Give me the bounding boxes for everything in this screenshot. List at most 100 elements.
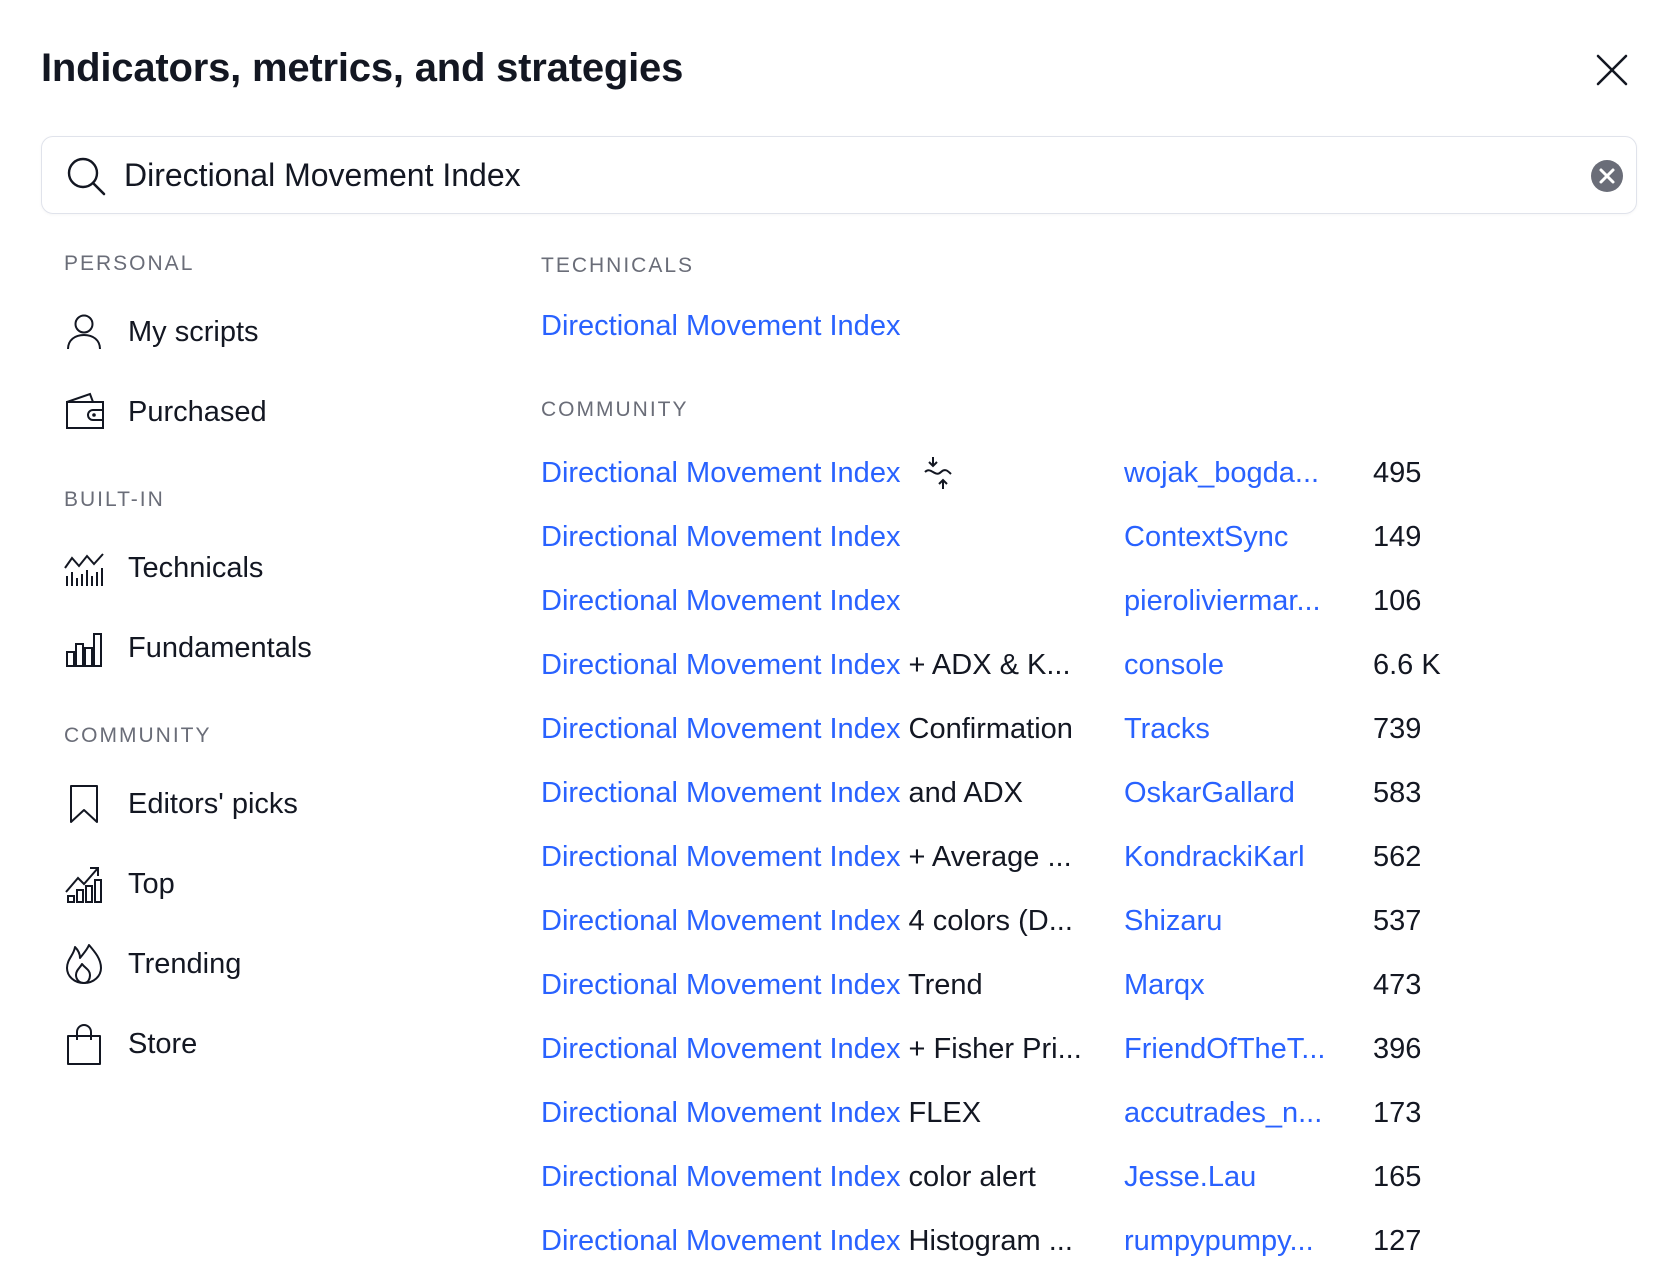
close-button[interactable] <box>1586 44 1638 96</box>
script-title[interactable]: Directional Movement Index + ADX & K... <box>541 640 1071 690</box>
script-author-link[interactable]: accutrades_n... <box>1124 1088 1322 1138</box>
script-author-link[interactable]: FriendOfTheT... <box>1124 1024 1325 1074</box>
script-title-rest: Histogram ... <box>900 1225 1073 1257</box>
community-result-row[interactable]: Directional Movement Index 4 colors (D..… <box>541 896 1541 946</box>
user-icon <box>58 306 110 358</box>
sidebar-item-label: My scripts <box>128 315 259 348</box>
technicals-chart-icon <box>58 542 110 594</box>
community-result-row[interactable]: Directional Movement Index Trend Marqx 473 <box>541 960 1541 1010</box>
community-result-row[interactable]: Directional Movement Index pieroliviermar… <box>541 576 1541 626</box>
community-result-row[interactable]: Directional Movement Index and ADX OskarG… <box>541 768 1541 818</box>
script-title-rest: and ADX <box>900 777 1023 809</box>
script-title[interactable]: Directional Movement Index + Average ... <box>541 832 1072 882</box>
sidebar-item-trending[interactable]: Trending <box>58 934 458 994</box>
script-author-link[interactable]: ContextSync <box>1124 512 1288 562</box>
script-author-link[interactable]: console <box>1124 640 1224 690</box>
script-title[interactable]: Directional Movement Index + Fisher Pri.… <box>541 1024 1082 1074</box>
technicals-result-item[interactable]: Directional Movement Index <box>541 310 900 343</box>
script-title[interactable]: Directional Movement Index 4 colors (D..… <box>541 896 1073 946</box>
script-title-match: Directional Movement Index <box>541 1033 901 1065</box>
script-title-match: Directional Movement Index <box>541 457 901 489</box>
script-author-link[interactable]: Tracks <box>1124 704 1210 754</box>
script-author-link[interactable]: Marqx <box>1124 960 1205 1010</box>
script-boost-count: 149 <box>1373 521 1422 553</box>
sidebar-item-label: Store <box>128 1027 198 1060</box>
script-title-match: Directional Movement Index <box>541 713 901 745</box>
sidebar-item-top[interactable]: Top <box>58 854 458 914</box>
sidebar-item-label: Trending <box>128 947 242 980</box>
sidebar-item-editors-picks[interactable]: Editors' picks <box>58 774 458 834</box>
bar-chart-icon <box>58 622 110 674</box>
script-title[interactable]: Directional Movement Index <box>541 448 900 498</box>
community-result-row[interactable]: Directional Movement Index Confirmation T… <box>541 704 1541 754</box>
script-author-link[interactable]: wojak_bogda... <box>1124 448 1319 498</box>
script-title-match: Directional Movement Index <box>541 969 901 1001</box>
search-icon <box>67 157 106 196</box>
script-title[interactable]: Directional Movement Index <box>541 512 900 562</box>
script-boost-count: 495 <box>1373 457 1422 489</box>
community-result-row[interactable]: Directional Movement Index ContextSync 149 <box>541 512 1541 562</box>
sidebar-item-fundamentals[interactable]: Fundamentals <box>58 618 458 678</box>
indicators-dialog: Indicators, metrics, and strategies PERS… <box>0 0 1680 1276</box>
wallet-icon <box>58 386 110 438</box>
script-author-link[interactable]: Shizaru <box>1124 896 1222 946</box>
community-result-row[interactable]: Directional Movement Index color alert Je… <box>541 1152 1541 1202</box>
community-result-row[interactable]: Directional Movement Index + Fisher Pri.… <box>541 1024 1541 1074</box>
sidebar-item-label: Technicals <box>128 551 264 584</box>
shopping-bag-icon <box>58 1018 110 1070</box>
script-title-rest: + Average ... <box>900 841 1072 873</box>
script-boost-count: 537 <box>1373 905 1422 937</box>
bookmark-icon <box>58 778 110 830</box>
script-boost-count: 165 <box>1373 1161 1422 1193</box>
script-boost-count: 562 <box>1373 841 1422 873</box>
clear-search-button[interactable] <box>1589 158 1625 194</box>
top-chart-icon <box>58 858 110 910</box>
community-result-row[interactable]: Directional Movement Index + ADX & K... c… <box>541 640 1541 690</box>
community-result-row[interactable]: Directional Movement Index + Average ...… <box>541 832 1541 882</box>
script-author-link[interactable]: Jesse.Lau <box>1124 1152 1256 1202</box>
strategy-badge-icon <box>924 457 952 489</box>
section-label-personal: PERSONAL <box>64 252 195 275</box>
sidebar-item-my-scripts[interactable]: My scripts <box>58 302 458 362</box>
community-result-row[interactable]: Directional Movement Index wojak_bogda...… <box>541 448 1541 498</box>
script-title[interactable]: Directional Movement Index Trend <box>541 960 983 1010</box>
script-author-link[interactable]: KondrackiKarl <box>1124 832 1305 882</box>
script-title[interactable]: Directional Movement Index <box>541 576 900 626</box>
sidebar-item-label: Purchased <box>128 395 267 428</box>
search-input[interactable] <box>122 149 1526 201</box>
script-author-link[interactable]: OskarGallard <box>1124 768 1295 818</box>
script-title-rest: + ADX & K... <box>900 649 1071 681</box>
script-title-match: Directional Movement Index <box>541 905 901 937</box>
script-title[interactable]: Directional Movement Index color alert <box>541 1152 1036 1202</box>
script-title[interactable]: Directional Movement Index FLEX <box>541 1088 981 1138</box>
community-result-row[interactable]: Directional Movement Index Histogram ...… <box>541 1216 1541 1266</box>
script-title[interactable]: Directional Movement Index and ADX <box>541 768 1023 818</box>
flame-icon <box>58 938 110 990</box>
script-title-rest: color alert <box>900 1161 1036 1193</box>
sidebar-item-technicals[interactable]: Technicals <box>58 538 458 598</box>
sidebar-item-purchased[interactable]: Purchased <box>58 382 458 442</box>
clear-icon <box>1591 160 1623 192</box>
script-boost-count: 583 <box>1373 777 1422 809</box>
script-title-match: Directional Movement Index <box>541 585 901 617</box>
community-result-row[interactable]: Directional Movement Index FLEX accutrade… <box>541 1088 1541 1138</box>
script-title-match: Directional Movement Index <box>541 649 901 681</box>
close-icon <box>1596 54 1628 86</box>
section-label-builtin: BUILT-IN <box>64 488 165 511</box>
script-author-link[interactable]: pieroliviermar... <box>1124 576 1321 626</box>
script-boost-count: 106 <box>1373 585 1422 617</box>
dialog-title: Indicators, metrics, and strategies <box>41 46 684 90</box>
script-boost-count: 6.6 K <box>1373 649 1441 681</box>
script-title-rest: + Fisher Pri... <box>900 1033 1082 1065</box>
script-title-rest: Confirmation <box>900 713 1073 745</box>
script-title-match: Directional Movement Index <box>541 1225 901 1257</box>
script-title-rest: 4 colors (D... <box>900 905 1073 937</box>
sidebar-item-store[interactable]: Store <box>58 1014 458 1074</box>
script-title-match: Directional Movement Index <box>541 777 901 809</box>
script-boost-count: 473 <box>1373 969 1422 1001</box>
script-title[interactable]: Directional Movement Index Histogram ... <box>541 1216 1073 1266</box>
script-author-link[interactable]: rumpypumpy... <box>1124 1216 1314 1266</box>
results-label-technicals: TECHNICALS <box>541 254 695 277</box>
results-label-community: COMMUNITY <box>541 398 689 421</box>
script-title[interactable]: Directional Movement Index Confirmation <box>541 704 1073 754</box>
